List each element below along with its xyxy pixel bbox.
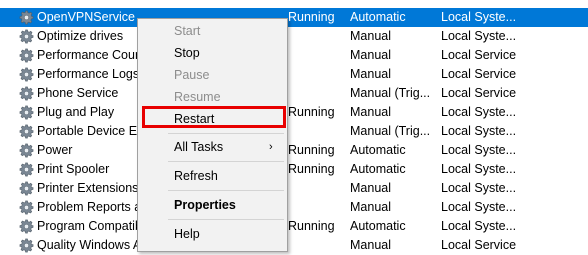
service-startup-type: Automatic — [350, 219, 406, 233]
menu-item-pause-label: Pause — [174, 68, 210, 82]
context-menu: Start Stop Pause Resume Restart All Task… — [137, 18, 288, 252]
menu-item-stop[interactable]: Stop — [138, 42, 287, 64]
service-name: Program Compatibility Assistant Service — [37, 219, 142, 233]
service-row[interactable]: Performance Counter DLL Host Manual Local … — [0, 46, 588, 65]
gear-icon — [19, 141, 35, 160]
service-row-selected[interactable]: OpenVPNService Running Automatic Local Syst… — [0, 8, 588, 27]
service-startup-type: Manual — [350, 181, 391, 195]
service-name: Phone Service — [37, 86, 119, 100]
menu-item-start-label: Start — [174, 24, 201, 38]
service-name: Optimize drives — [37, 29, 124, 43]
service-startup-type: Manual — [350, 48, 391, 62]
service-status: Running — [288, 105, 335, 119]
service-name: Portable Device Enumerator Service — [37, 124, 142, 138]
service-row[interactable]: Phone Service Manual (Trig... Local Servic… — [0, 84, 588, 103]
service-row[interactable]: Print Spooler Running Automatic Local Syste… — [0, 160, 588, 179]
service-startup-type: Manual — [350, 29, 391, 43]
menu-item-pause: Pause — [138, 64, 287, 86]
service-log-on-as: Local Syste... — [441, 143, 517, 157]
gear-icon — [19, 27, 35, 46]
gear-icon — [19, 179, 35, 198]
gear-icon — [19, 46, 35, 65]
restart-highlight-outline — [142, 106, 286, 128]
menu-item-all-tasks[interactable]: All Tasks › — [138, 136, 287, 158]
service-startup-type: Automatic — [350, 143, 406, 157]
service-row[interactable]: Portable Device Enumerator Service Manual… — [0, 122, 588, 141]
service-status: Running — [288, 219, 335, 233]
menu-item-resume-label: Resume — [174, 90, 221, 104]
service-row[interactable]: Problem Reports and Solutions Control Pa… — [0, 198, 588, 217]
service-row[interactable]: Printer Extensions and Notifications Manu… — [0, 179, 588, 198]
service-log-on-as: Local Syste... — [441, 124, 517, 138]
service-name: Plug and Play — [37, 105, 115, 119]
service-log-on-as: Local Syste... — [441, 200, 517, 214]
service-log-on-as: Local Syste... — [441, 162, 517, 176]
service-startup-type: Manual (Trig... — [350, 124, 431, 138]
menu-item-start: Start — [138, 20, 287, 42]
menu-item-all-tasks-label: All Tasks — [174, 140, 224, 154]
menu-item-resume: Resume — [138, 86, 287, 108]
menu-item-help[interactable]: Help — [138, 223, 287, 245]
menu-item-properties-label: Properties — [174, 198, 236, 212]
service-name: Power — [37, 143, 73, 157]
menu-item-help-label: Help — [174, 227, 200, 241]
service-row[interactable]: Optimize drives Manual Local Syste... — [0, 27, 588, 46]
menu-item-refresh-label: Refresh — [174, 169, 218, 183]
service-log-on-as: Local Service — [441, 48, 517, 62]
service-log-on-as: Local Service — [441, 238, 517, 252]
service-name: OpenVPNService — [37, 10, 135, 24]
service-startup-type: Manual (Trig... — [350, 86, 431, 100]
chevron-right-icon: › — [269, 141, 273, 153]
service-startup-type: Manual — [350, 105, 391, 119]
service-row[interactable]: Program Compatibility Assistant Service R… — [0, 217, 588, 236]
menu-item-refresh[interactable]: Refresh — [138, 165, 287, 187]
service-row[interactable]: Quality Windows Audio Video ExperienceQu… — [0, 236, 588, 255]
gear-icon — [19, 8, 35, 27]
menu-separator — [168, 133, 284, 134]
gear-icon — [19, 160, 35, 179]
menu-separator — [168, 161, 284, 162]
service-name: Print Spooler — [37, 162, 110, 176]
service-name: Performance Logs & Alerts — [37, 67, 142, 81]
service-startup-type: Automatic — [350, 162, 406, 176]
service-startup-type: Manual — [350, 200, 391, 214]
service-log-on-as: Local Service — [441, 86, 517, 100]
service-startup-type: Manual — [350, 238, 391, 252]
service-log-on-as: Local Syste... — [441, 105, 517, 119]
service-row[interactable]: Performance Logs & Alerts Manual Local Ser… — [0, 65, 588, 84]
menu-separator — [168, 190, 284, 191]
gear-icon — [19, 236, 35, 255]
gear-icon — [19, 65, 35, 84]
menu-item-stop-label: Stop — [174, 46, 200, 60]
service-log-on-as: Local Syste... — [441, 29, 517, 43]
service-name: Problem Reports and Solutions Control Pa… — [37, 200, 142, 214]
service-log-on-as: Local Syste... — [441, 10, 517, 24]
gear-icon — [19, 217, 35, 236]
service-name: Performance Counter DLL Host — [37, 48, 142, 62]
service-log-on-as: Local Service — [441, 67, 517, 81]
service-status: Running — [288, 162, 335, 176]
menu-separator — [168, 219, 284, 220]
service-row[interactable]: Power Running Automatic Local Syste... — [0, 141, 588, 160]
gear-icon — [19, 198, 35, 217]
menu-item-properties[interactable]: Properties — [138, 194, 287, 216]
service-log-on-as: Local Syste... — [441, 219, 517, 233]
service-name: Printer Extensions and Notifications — [37, 181, 142, 195]
service-status: Running — [288, 10, 335, 24]
gear-icon — [19, 103, 35, 122]
gear-icon — [19, 122, 35, 141]
gear-icon — [19, 84, 35, 103]
service-log-on-as: Local Syste... — [441, 181, 517, 195]
service-row[interactable]: Plug and Play Running Manual Local Syste... — [0, 103, 588, 122]
service-status: Running — [288, 143, 335, 157]
service-startup-type: Automatic — [350, 10, 406, 24]
service-name: Quality Windows Audio Video Experience — [37, 238, 142, 252]
service-startup-type: Manual — [350, 67, 391, 81]
